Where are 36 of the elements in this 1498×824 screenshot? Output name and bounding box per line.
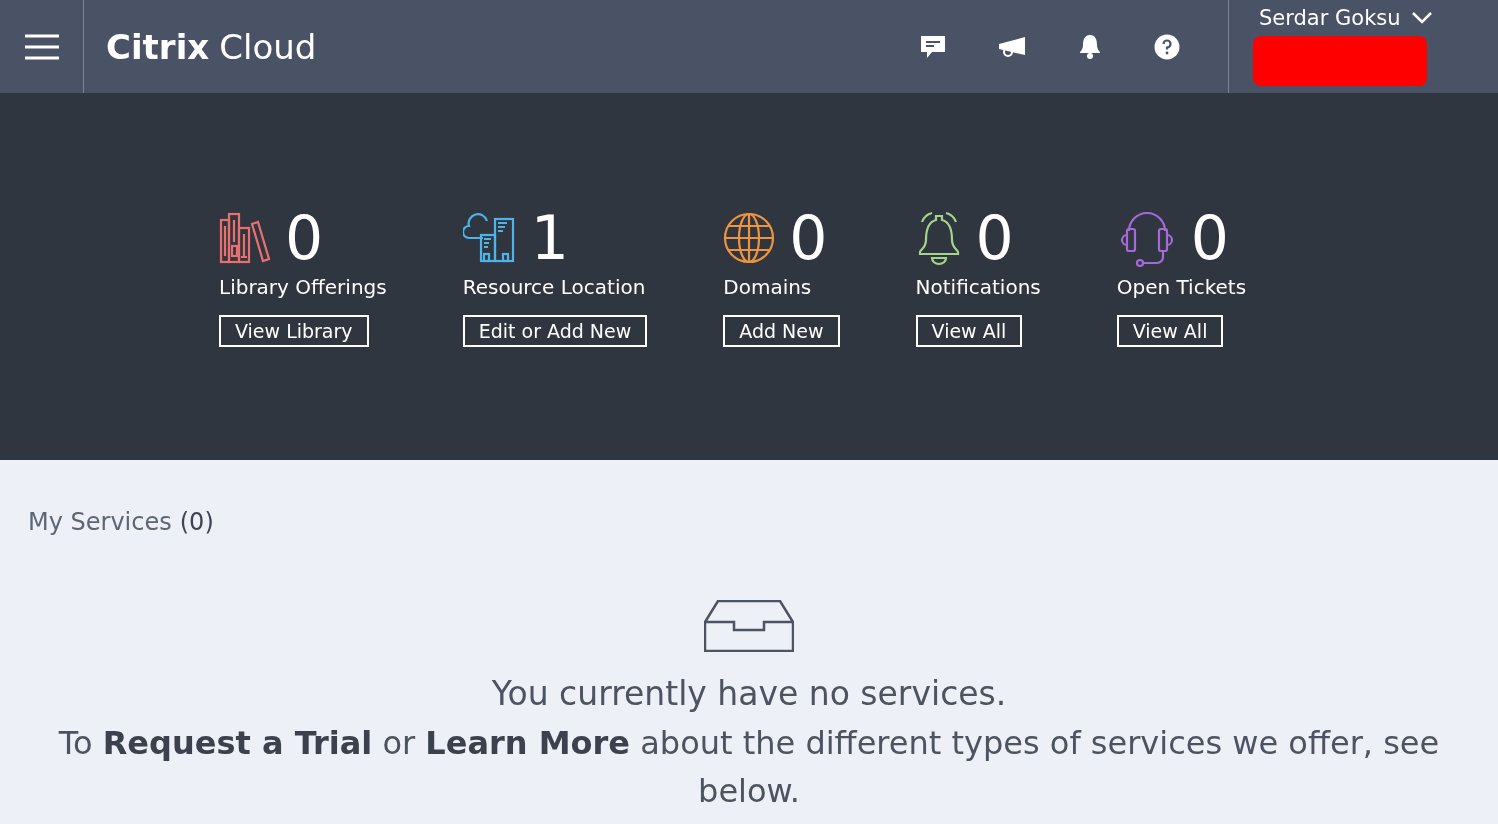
- service-count: (0): [179, 508, 214, 536]
- stat-label: Library Offerings: [219, 275, 387, 299]
- cloud-building-icon: [462, 213, 517, 263]
- brand-name: Citrix: [106, 26, 210, 67]
- stat-label: Domains: [723, 275, 812, 299]
- megaphone-icon: [998, 35, 1026, 58]
- section-title: My Services: [28, 508, 172, 536]
- action-button[interactable]: View All: [915, 315, 1023, 347]
- action-button[interactable]: Add New: [723, 315, 840, 347]
- bell-icon: [1078, 33, 1102, 60]
- count-number: 0: [975, 203, 1014, 273]
- globe-icon: [723, 212, 776, 264]
- help-icon: [1154, 33, 1180, 60]
- inbox-tray-icon: [704, 600, 794, 652]
- menu-icon: [24, 33, 59, 60]
- stat-label: Open Tickets: [1116, 275, 1247, 299]
- user-menu[interactable]: Serdar Goksu: [1253, 6, 1433, 30]
- stat-label: Resource Location: [462, 275, 646, 299]
- stat-label: Notifications: [915, 275, 1041, 299]
- count-number: 0: [285, 203, 324, 273]
- help-button[interactable]: [1154, 33, 1180, 60]
- count-number: 1: [530, 203, 569, 273]
- notifications-button[interactable]: [1078, 33, 1102, 60]
- chat-button[interactable]: [920, 34, 946, 59]
- action-button[interactable]: Edit or Add New: [462, 315, 648, 347]
- count-number: 0: [1190, 203, 1229, 273]
- books-icon: [219, 212, 271, 264]
- chat-icon: [920, 34, 946, 59]
- brand-name: Cloud: [219, 26, 317, 67]
- empty-state-title: You currently have no services.: [491, 674, 1007, 713]
- action-button[interactable]: View All: [1116, 315, 1224, 347]
- announcements-button[interactable]: [998, 35, 1026, 58]
- action-button[interactable]: View Library: [219, 315, 369, 347]
- empty-state-text: To Request a Trial or Learn More about the different types of services we offer, see below.: [57, 723, 1441, 812]
- chevron-down-icon: [1410, 11, 1433, 25]
- count-number: 0: [789, 203, 828, 273]
